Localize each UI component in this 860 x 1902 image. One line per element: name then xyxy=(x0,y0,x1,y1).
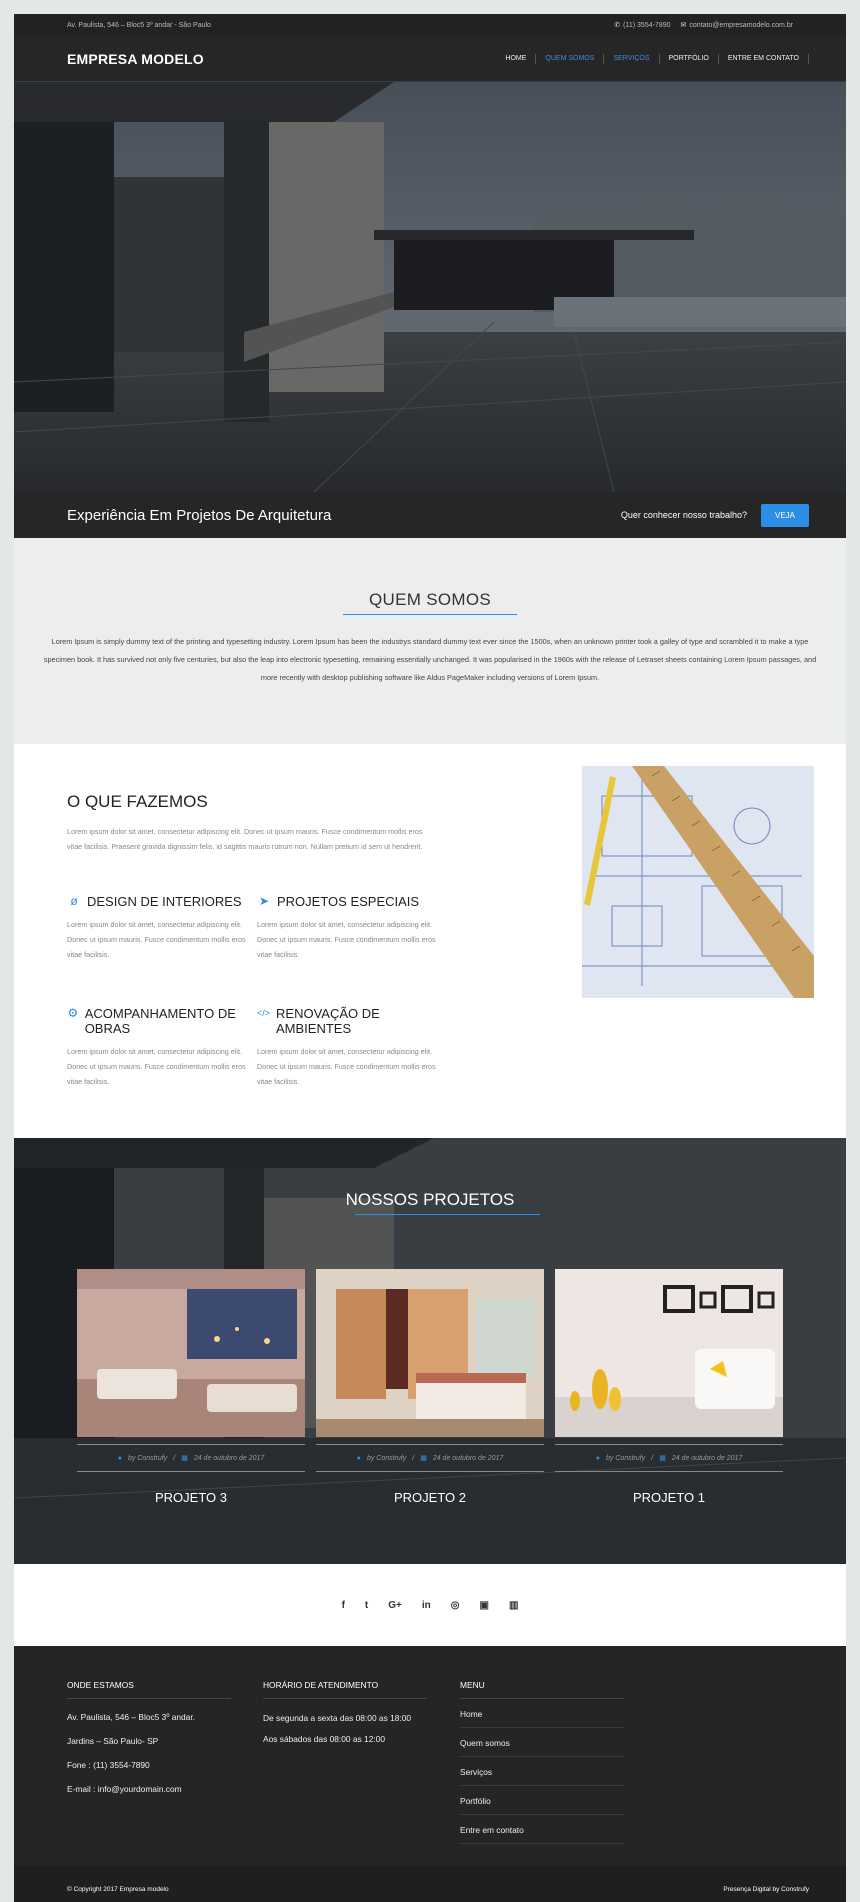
project-name[interactable]: PROJETO 3 xyxy=(77,1490,305,1505)
leaf-icon: ø xyxy=(70,894,78,908)
code-icon: </> xyxy=(257,1008,271,1018)
footer-menu: MENU Home Quem somos Serviços Portfólio … xyxy=(460,1680,624,1844)
nav-item-contato[interactable]: ENTRE EM CONTATO xyxy=(719,53,809,64)
about-text: Lorem Ipsum is simply dummy text of the … xyxy=(43,637,817,682)
youtube-icon[interactable]: ▥ xyxy=(509,1600,518,1611)
project-meta: ● by Construfy / ▦ 24 de outubro de 2017 xyxy=(77,1444,305,1472)
blueprint-ruler-image xyxy=(582,766,814,998)
footer-col-title: MENU xyxy=(460,1680,624,1699)
hero-architecture-illustration xyxy=(14,82,846,492)
footer-address-line: Jardins – São Paulo- SP xyxy=(67,1736,159,1746)
user-icon: ● xyxy=(356,1454,361,1462)
service-projetos-especiais: ➤ PROJETOS ESPECIAIS Lorem ipsum dolor si… xyxy=(257,894,442,962)
nav-item-quem-somos[interactable]: QUEM SOMOS xyxy=(536,53,605,64)
project-1-image[interactable] xyxy=(555,1269,783,1437)
twitter-icon[interactable]: t xyxy=(365,1600,368,1611)
cogs-icon: ⚙ xyxy=(67,1006,79,1020)
phone-icon: ✆ xyxy=(614,22,621,29)
main-navbar: EMPRESA MODELO HOME QUEM SOMOS SERVIÇOS … xyxy=(14,36,846,82)
footer-phone: Fone : (11) 3554-7890 xyxy=(67,1760,150,1770)
footer-address-line: Av. Paulista, 546 – Bloc5 3º andar. xyxy=(67,1712,195,1722)
top-info-bar: Av. Paulista, 546 – Bloc5 3º andar - São… xyxy=(14,14,846,36)
veja-button[interactable]: VEJA xyxy=(760,503,809,527)
paper-plane-icon: ➤ xyxy=(258,894,270,908)
copyright-bar: © Copyright 2017 Empresa modelo Presença… xyxy=(14,1866,846,1902)
hero-caption-bar: Experiência Em Projetos De Arquitetura Q… xyxy=(14,492,846,538)
project-card-3[interactable]: ● by Construfy / ▦ 24 de outubro de 2017 P… xyxy=(77,1269,305,1505)
service-text: Lorem ipsum dolor sit amet, consectetur … xyxy=(257,920,436,959)
services-intro: Lorem ipsum dolor sit amet, consectetur … xyxy=(67,827,423,851)
service-text: Lorem ipsum dolor sit amet, consectetur … xyxy=(67,1047,246,1086)
service-acompanhamento-obras: ⚙ ACOMPANHAMENTO DE OBRAS Lorem ipsum dol… xyxy=(67,1006,252,1089)
vimeo-icon[interactable]: ▣ xyxy=(480,1600,489,1611)
social-links: f t G+ in ◎ ▣ ▥ xyxy=(14,1564,846,1646)
footer-col-title: ONDE ESTAMOS xyxy=(67,1680,231,1699)
project-card-1[interactable]: ● by Construfy / ▦ 24 de outubro de 2017 P… xyxy=(555,1269,783,1505)
service-title: ACOMPANHAMENTO DE OBRAS xyxy=(84,1006,236,1036)
copyright-text: © Copyright 2017 Empresa modelo xyxy=(67,1885,169,1893)
instagram-icon[interactable]: ◎ xyxy=(451,1600,460,1611)
services-title: O QUE FAZEMOS xyxy=(67,792,208,811)
google-plus-icon[interactable]: G+ xyxy=(388,1600,402,1611)
service-design-interiores: ø DESIGN DE INTERIORES Lorem ipsum dolor … xyxy=(67,894,252,962)
footer-onde-estamos: ONDE ESTAMOS Av. Paulista, 546 – Bloc5 3… xyxy=(67,1680,231,1795)
service-text: Lorem ipsum dolor sit amet, consectetur … xyxy=(257,1047,436,1086)
nav-item-servicos[interactable]: SERVIÇOS xyxy=(604,53,660,64)
footer-link-quem-somos[interactable]: Quem somos xyxy=(460,1728,624,1757)
footer-horario: HORÁRIO DE ATENDIMENTO De segunda a sext… xyxy=(263,1680,427,1747)
footer-col-title: HORÁRIO DE ATENDIMENTO xyxy=(263,1680,427,1699)
facebook-icon[interactable]: f xyxy=(342,1600,345,1611)
quem-somos-section: QUEM SOMOS Lorem Ipsum is simply dummy t… xyxy=(14,538,846,744)
service-title: RENOVAÇÃO DE AMBIENTES xyxy=(276,1006,380,1036)
calendar-icon: ▦ xyxy=(659,1455,666,1462)
service-renovacao-ambientes: </> RENOVAÇÃO DE AMBIENTES Lorem ipsum do… xyxy=(257,1006,442,1089)
credit-link[interactable]: Presença Digital by Construfy xyxy=(723,1886,809,1893)
project-meta: ● by Construfy / ▦ 24 de outubro de 2017 xyxy=(555,1444,783,1472)
footer-hours-line: Aos sábados das 08:00 as 12:00 xyxy=(263,1734,385,1744)
project-card-2[interactable]: ● by Construfy / ▦ 24 de outubro de 2017 P… xyxy=(316,1269,544,1505)
projects-title-underline xyxy=(355,1214,540,1215)
footer-hours-line: De segunda a sexta das 08:00 as 18:00 xyxy=(263,1713,412,1723)
envelope-icon: ✉ xyxy=(680,22,687,29)
project-meta: ● by Construfy / ▦ 24 de outubro de 2017 xyxy=(316,1444,544,1472)
brand-logo[interactable]: EMPRESA MODELO xyxy=(67,51,204,67)
service-title: DESIGN DE INTERIORES xyxy=(87,894,242,909)
page: Av. Paulista, 546 – Bloc5 3º andar - São… xyxy=(14,14,846,1902)
hero-image xyxy=(14,82,846,492)
about-title: QUEM SOMOS xyxy=(368,590,491,609)
nav-item-portfolio[interactable]: PORTFÓLIO xyxy=(660,53,719,64)
nav-item-home[interactable]: HOME xyxy=(496,53,537,64)
nav-menu: HOME QUEM SOMOS SERVIÇOS PORTFÓLIO ENTRE… xyxy=(496,53,809,64)
about-title-underline xyxy=(343,614,517,615)
user-icon: ● xyxy=(117,1454,122,1462)
project-name[interactable]: PROJETO 1 xyxy=(555,1490,783,1505)
footer-link-contato[interactable]: Entre em contato xyxy=(460,1815,624,1844)
footer-link-portfolio[interactable]: Portfólio xyxy=(460,1786,624,1815)
hero-title: Experiência Em Projetos De Arquitetura xyxy=(67,506,332,524)
calendar-icon: ▦ xyxy=(181,1455,188,1462)
linkedin-icon[interactable]: in xyxy=(422,1600,431,1611)
project-3-image[interactable] xyxy=(77,1269,305,1437)
topbar-email[interactable]: contato@empresamodelo.com.br xyxy=(689,22,793,29)
calendar-icon: ▦ xyxy=(420,1455,427,1462)
service-text: Lorem ipsum dolor sit amet, consectetur … xyxy=(67,920,246,959)
o-que-fazemos-section: O QUE FAZEMOS Lorem ipsum dolor sit amet… xyxy=(14,744,846,1138)
nossos-projetos-section: NOSSOS PROJETOS ● by Construfy / ▦ 24 de o… xyxy=(14,1138,846,1564)
projects-title: NOSSOS PROJETOS xyxy=(345,1190,515,1209)
topbar-address: Av. Paulista, 546 – Bloc5 3º andar - São… xyxy=(67,21,211,29)
user-icon: ● xyxy=(595,1454,600,1462)
service-title: PROJETOS ESPECIAIS xyxy=(277,894,420,909)
footer-email[interactable]: E-mail : info@yourdomain.com xyxy=(67,1783,231,1795)
footer-link-home[interactable]: Home xyxy=(460,1699,624,1728)
project-2-image[interactable] xyxy=(316,1269,544,1437)
footer: ONDE ESTAMOS Av. Paulista, 546 – Bloc5 3… xyxy=(14,1646,846,1866)
footer-link-servicos[interactable]: Serviços xyxy=(460,1757,624,1786)
hero-question: Quer conhecer nosso trabalho? xyxy=(620,510,747,520)
project-name[interactable]: PROJETO 2 xyxy=(316,1490,544,1505)
topbar-phone: (11) 3554-7890 xyxy=(623,22,671,29)
